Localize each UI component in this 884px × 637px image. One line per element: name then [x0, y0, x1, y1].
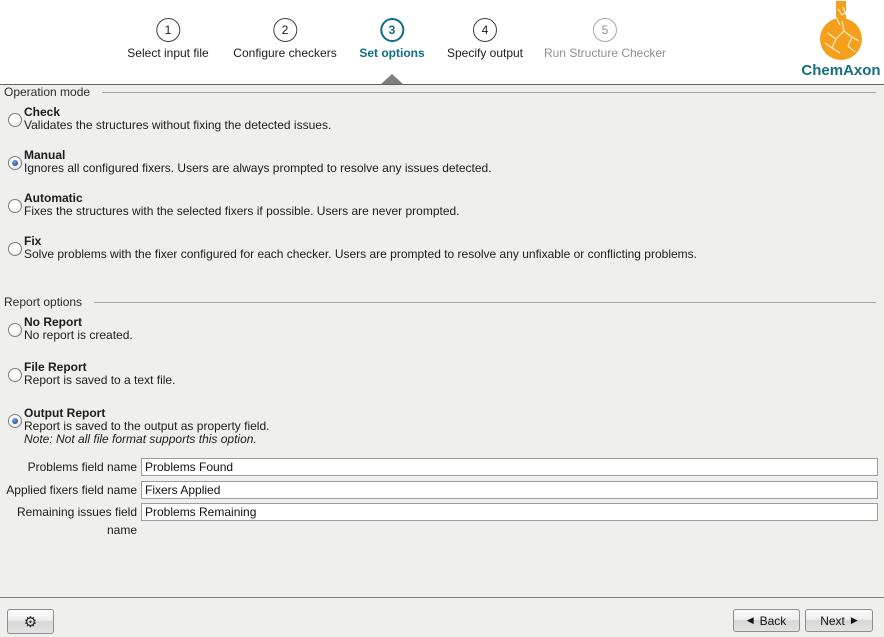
option-automatic-description: Fixes the structures with the selected f…: [24, 205, 876, 218]
step-5-label: Run Structure Checker: [544, 46, 666, 60]
step-specify-output[interactable]: 4 Specify output: [447, 18, 523, 60]
chemaxon-logo: ChemAxon: [801, 1, 881, 79]
wizard-header: 1 Select input file 2 Configure checkers…: [0, 0, 884, 85]
step-3-label: Set options: [359, 46, 424, 60]
option-fix-description: Solve problems with the fixer configured…: [24, 248, 876, 261]
problems-field-input[interactable]: [141, 458, 878, 476]
option-check-description: Validates the structures without fixing …: [24, 119, 876, 132]
radio-output-report[interactable]: [8, 414, 22, 428]
option-file-report-description: Report is saved to a text file.: [24, 374, 876, 387]
step-run-structure-checker: 5 Run Structure Checker: [544, 18, 666, 60]
step-1-label: Select input file: [127, 46, 208, 60]
radio-check[interactable]: [8, 113, 22, 127]
step-3-circle: 3: [380, 18, 404, 42]
settings-button[interactable]: ⚙: [7, 609, 54, 634]
back-button-label: Back: [760, 614, 787, 628]
report-options-rule: [94, 302, 876, 303]
remaining-issues-field-row: Remaining issues field name: [0, 503, 884, 521]
structure-checker-wizard: 1 Select input file 2 Configure checkers…: [0, 0, 884, 637]
option-no-report-description: No report is created.: [24, 329, 876, 342]
problems-field-row: Problems field name: [0, 458, 884, 476]
step-1-circle: 1: [156, 18, 180, 42]
step-set-options[interactable]: 3 Set options: [359, 18, 424, 60]
applied-fixers-field-label: Applied fixers field name: [0, 481, 137, 499]
step-configure-checkers[interactable]: 2 Configure checkers: [233, 18, 336, 60]
operation-mode-title: Operation mode: [4, 85, 90, 99]
back-button[interactable]: ◀ Back: [733, 609, 800, 632]
applied-fixers-field-row: Applied fixers field name: [0, 481, 884, 499]
option-check[interactable]: Check Validates the structures without f…: [8, 106, 876, 132]
radio-manual[interactable]: [8, 156, 22, 170]
option-no-report-title: No Report: [24, 316, 876, 329]
operation-mode-header: Operation mode: [4, 85, 876, 99]
option-manual-description: Ignores all configured fixers. Users are…: [24, 162, 876, 175]
report-options-header: Report options: [4, 295, 876, 309]
step-2-circle: 2: [273, 18, 297, 42]
problems-field-label: Problems field name: [0, 458, 137, 476]
active-step-pointer-triangle: [381, 74, 403, 84]
report-options-title: Report options: [4, 295, 82, 309]
radio-file-report[interactable]: [8, 368, 22, 382]
back-arrow-icon: ◀: [747, 616, 754, 625]
next-button-label: Next: [820, 614, 845, 628]
radio-fix[interactable]: [8, 242, 22, 256]
option-output-report-note: Note: Not all file format supports this …: [24, 433, 876, 446]
option-manual[interactable]: Manual Ignores all configured fixers. Us…: [8, 149, 876, 175]
step-2-label: Configure checkers: [233, 46, 336, 60]
gear-icon: ⚙: [24, 613, 37, 631]
remaining-issues-field-label: Remaining issues field name: [0, 503, 137, 539]
step-4-label: Specify output: [447, 46, 523, 60]
operation-mode-rule: [102, 92, 876, 93]
flask-icon: [818, 1, 864, 61]
applied-fixers-field-input[interactable]: [141, 481, 878, 499]
radio-no-report[interactable]: [8, 323, 22, 337]
option-automatic[interactable]: Automatic Fixes the structures with the …: [8, 192, 876, 218]
radio-automatic[interactable]: [8, 199, 22, 213]
option-file-report[interactable]: File Report Report is saved to a text fi…: [8, 361, 876, 387]
chemaxon-logo-text: ChemAxon: [801, 62, 881, 79]
option-fix[interactable]: Fix Solve problems with the fixer config…: [8, 235, 876, 261]
footer-bar: ⚙ ◀ Back Next ▶: [0, 597, 884, 637]
step-select-input-file[interactable]: 1 Select input file: [127, 18, 208, 60]
option-no-report[interactable]: No Report No report is created.: [8, 316, 876, 342]
next-arrow-icon: ▶: [851, 616, 858, 625]
option-output-report[interactable]: Output Report Report is saved to the out…: [8, 407, 876, 446]
next-button[interactable]: Next ▶: [805, 609, 873, 632]
step-4-circle: 4: [473, 18, 497, 42]
step-5-circle: 5: [593, 18, 617, 42]
remaining-issues-field-input[interactable]: [141, 503, 878, 521]
